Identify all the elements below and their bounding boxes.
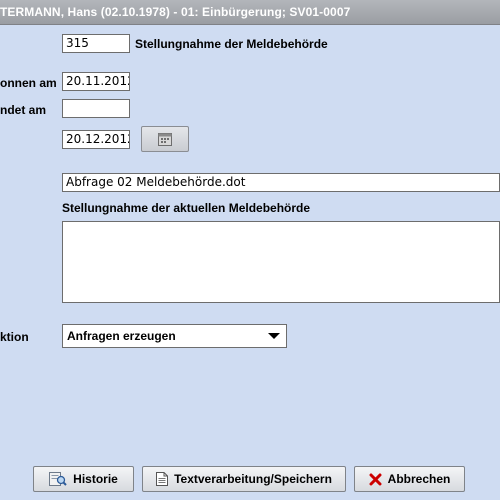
beendet-label: ndet am bbox=[0, 103, 47, 117]
historie-button-label: Historie bbox=[73, 472, 118, 486]
beendet-date-field[interactable] bbox=[62, 99, 130, 118]
comment-textarea[interactable] bbox=[62, 221, 500, 303]
calendar-button[interactable] bbox=[141, 126, 189, 152]
aktion-label: ktion bbox=[0, 330, 29, 344]
historie-button[interactable]: Historie bbox=[33, 466, 134, 492]
window-title: TERMANN, Hans (02.10.1978) - 01: Einbürg… bbox=[0, 5, 351, 19]
begonnen-label: onnen am bbox=[0, 76, 57, 90]
abbrechen-button-label: Abbrechen bbox=[387, 472, 451, 486]
due-date-field[interactable]: 20.12.2012 bbox=[62, 130, 130, 149]
chevron-down-icon bbox=[268, 333, 280, 339]
abbrechen-button[interactable]: Abbrechen bbox=[354, 466, 465, 492]
aktion-select-value: Anfragen erzeugen bbox=[67, 329, 176, 343]
aktion-select[interactable]: Anfragen erzeugen bbox=[62, 324, 287, 348]
close-icon bbox=[369, 473, 382, 486]
comment-label: Stellungnahme der aktuellen Meldebehörde bbox=[62, 201, 311, 215]
dialog-window: TERMANN, Hans (02.10.1978) - 01: Einbürg… bbox=[0, 0, 500, 500]
calendar-icon bbox=[158, 133, 172, 146]
history-search-icon bbox=[49, 472, 67, 486]
number-label: Stellungnahme der Meldebehörde bbox=[135, 37, 328, 51]
document-icon bbox=[156, 472, 169, 486]
textverarbeitung-button-label: Textverarbeitung/Speichern bbox=[174, 472, 332, 486]
begonnen-date-field[interactable]: 20.11.2012 bbox=[62, 72, 130, 91]
textverarbeitung-button[interactable]: Textverarbeitung/Speichern bbox=[142, 466, 346, 492]
template-field[interactable]: Abfrage 02 Meldebehörde.dot bbox=[62, 173, 500, 192]
number-field[interactable]: 315 bbox=[62, 34, 130, 53]
title-bar[interactable]: TERMANN, Hans (02.10.1978) - 01: Einbürg… bbox=[0, 0, 500, 25]
